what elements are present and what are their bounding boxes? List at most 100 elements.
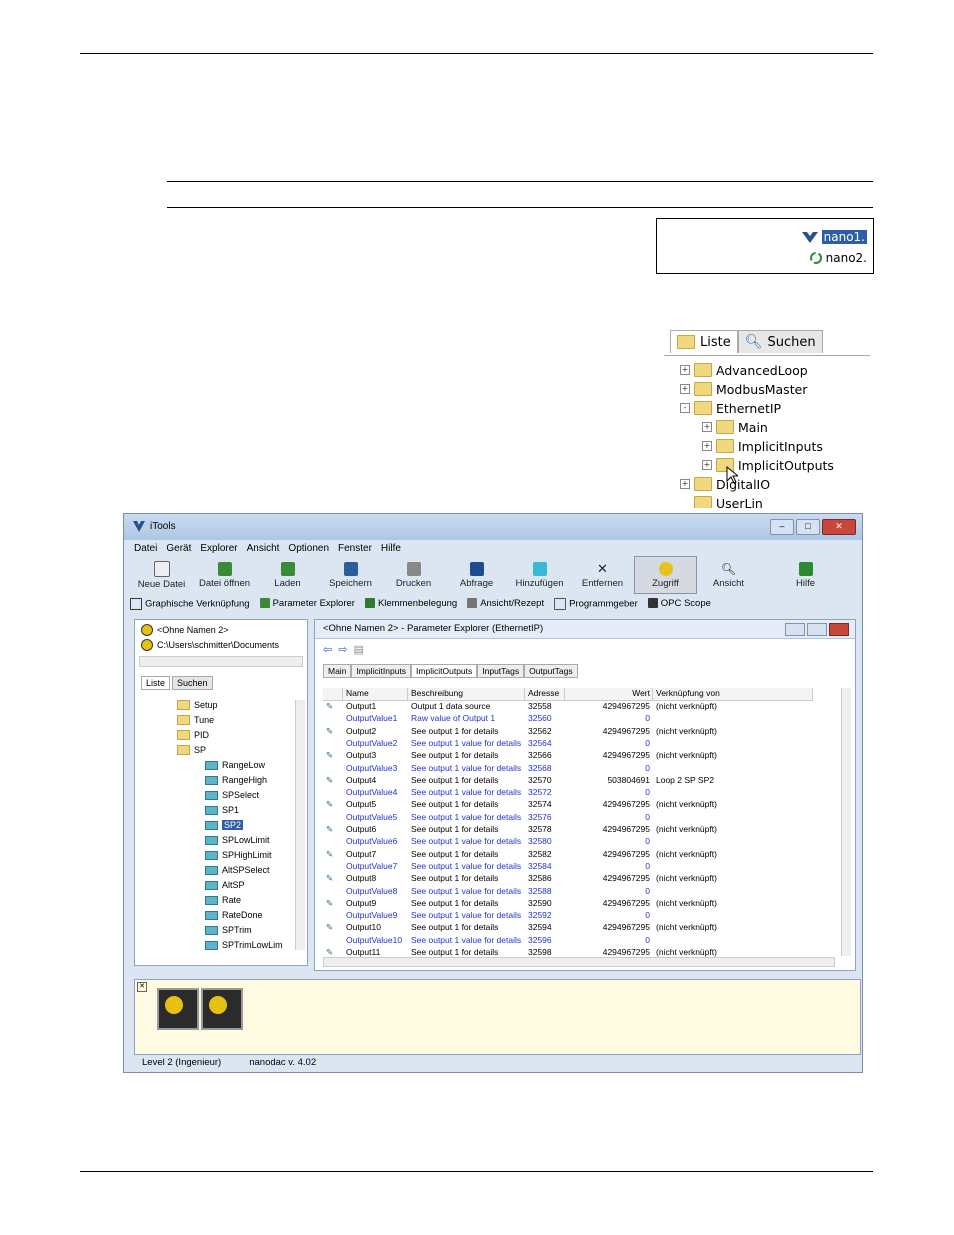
tree-ratedone[interactable]: RateDone	[205, 910, 263, 920]
col-wired-from[interactable]: Verknüpfung von	[653, 688, 813, 700]
explorer-minimize-button[interactable]	[785, 623, 805, 636]
help-button[interactable]: Hilfe	[774, 556, 837, 594]
table-row[interactable]: ✎ Output1 Output 1 data source 32558 4294967…	[323, 701, 813, 713]
new-file-button[interactable]: Neue Datei	[130, 556, 193, 594]
remove-button[interactable]: ✕ Entfernen	[571, 556, 634, 594]
tab-liste-small[interactable]: Liste	[141, 676, 171, 690]
table-row[interactable]: OutputValue4 See output 1 value for detai…	[323, 787, 813, 799]
folder-up-icon[interactable]: ▤	[353, 643, 363, 656]
cell-value[interactable]: 4294967295	[565, 824, 653, 836]
expand-icon[interactable]: +	[702, 422, 712, 432]
cell-value[interactable]: 0	[565, 812, 653, 824]
tree-setup[interactable]: Setup	[177, 700, 218, 710]
tree-pid[interactable]: PID	[177, 730, 209, 740]
tree-tune[interactable]: Tune	[177, 715, 214, 725]
device-item-2[interactable]: nano2.	[809, 251, 867, 265]
device-entry-1[interactable]: <Ohne Namen 2>	[141, 624, 229, 636]
cell-value[interactable]: 0	[565, 910, 653, 922]
horizontal-scrollbar[interactable]	[139, 656, 303, 667]
tree-sptrim[interactable]: SPTrim	[205, 925, 252, 935]
maximize-button[interactable]: □	[796, 519, 820, 535]
expand-icon[interactable]: +	[680, 365, 690, 375]
tab-inputtags[interactable]: InputTags	[477, 664, 525, 678]
table-row[interactable]: OutputValue9 See output 1 value for detai…	[323, 910, 813, 922]
grid-horizontal-scrollbar[interactable]	[323, 957, 835, 967]
cell-value[interactable]: 4294967295	[565, 898, 653, 910]
link-parameter-explorer[interactable]: Parameter Explorer	[259, 598, 355, 609]
cell-value[interactable]: 4294967295	[565, 922, 653, 934]
tree-sp1[interactable]: SP1	[205, 805, 239, 815]
table-row[interactable]: OutputValue7 See output 1 value for detai…	[323, 861, 813, 873]
tree-altspselect[interactable]: AltSPSelect	[205, 865, 270, 875]
menu-hilfe[interactable]: Hilfe	[381, 543, 401, 554]
expand-icon[interactable]: +	[702, 441, 712, 451]
table-row[interactable]: ✎ Output2 See output 1 for details 32562 429…	[323, 726, 813, 738]
device-thumbnail-2[interactable]	[201, 988, 243, 1030]
close-panel-icon[interactable]: ✕	[137, 982, 147, 992]
open-file-button[interactable]: Datei öffnen	[193, 556, 256, 594]
cell-value[interactable]: 0	[565, 763, 653, 775]
menu-geraet[interactable]: Gerät	[166, 543, 191, 554]
menu-optionen[interactable]: Optionen	[288, 543, 329, 554]
cell-value[interactable]: 0	[565, 836, 653, 848]
view-button[interactable]: 🔍︎ Ansicht	[697, 556, 760, 594]
tab-outputtags[interactable]: OutputTags	[524, 664, 578, 678]
expand-icon[interactable]: +	[680, 384, 690, 394]
cell-value[interactable]: 0	[565, 738, 653, 750]
table-row[interactable]: OutputValue8 See output 1 value for detai…	[323, 886, 813, 898]
menu-datei[interactable]: Datei	[134, 543, 157, 554]
cell-value[interactable]: 0	[565, 713, 653, 725]
table-row[interactable]: ✎ Output3 See output 1 for details 32566 429…	[323, 750, 813, 762]
scan-button[interactable]: Abfrage	[445, 556, 508, 594]
tree-rate[interactable]: Rate	[205, 895, 241, 905]
save-button[interactable]: Speichern	[319, 556, 382, 594]
cell-value[interactable]: 0	[565, 886, 653, 898]
menu-ansicht[interactable]: Ansicht	[247, 543, 280, 554]
device-thumbnail-1[interactable]	[157, 988, 199, 1030]
explorer-maximize-button[interactable]	[807, 623, 827, 636]
table-row[interactable]: ✎ Output9 See output 1 for details 32590 429…	[323, 898, 813, 910]
cell-value[interactable]: 503804691	[565, 775, 653, 787]
menu-explorer[interactable]: Explorer	[200, 543, 237, 554]
tab-suchen-small[interactable]: Suchen	[172, 676, 213, 690]
table-row[interactable]: ✎ Output5 See output 1 for details 32574 429…	[323, 799, 813, 811]
tree-item-implicitinputs[interactable]: + ImplicitInputs	[702, 437, 823, 455]
cell-value[interactable]: 4294967295	[565, 873, 653, 885]
back-arrow-icon[interactable]: ⇦	[323, 643, 332, 656]
load-button[interactable]: Laden	[256, 556, 319, 594]
table-row[interactable]: ✎ Output6 See output 1 for details 32578 429…	[323, 824, 813, 836]
cell-value[interactable]: 4294967295	[565, 799, 653, 811]
table-row[interactable]: ✎ Output7 See output 1 for details 32582 429…	[323, 849, 813, 861]
tree-rangelow[interactable]: RangeLow	[205, 760, 265, 770]
tab-suchen[interactable]: 🔍︎ Suchen	[737, 330, 823, 353]
link-programmer[interactable]: Programmgeber	[554, 597, 638, 610]
forward-arrow-icon[interactable]: ⇨	[338, 643, 347, 656]
col-name[interactable]: Name	[343, 688, 408, 700]
col-description[interactable]: Beschreibung	[408, 688, 525, 700]
tab-main[interactable]: Main	[323, 664, 352, 678]
link-view-recipe[interactable]: Ansicht/Rezept	[467, 598, 544, 609]
explorer-close-button[interactable]	[829, 623, 849, 636]
menu-fenster[interactable]: Fenster	[338, 543, 372, 554]
cell-value[interactable]: 4294967295	[565, 701, 653, 713]
add-button[interactable]: Hinzufügen	[508, 556, 571, 594]
device-entry-2[interactable]: C:\Users\schmitter\Documents	[141, 639, 279, 651]
table-row[interactable]: OutputValue6 See output 1 value for detai…	[323, 836, 813, 848]
table-row[interactable]: OutputValue1 Raw value of Output 1 32560 0	[323, 713, 813, 725]
tree-item-main[interactable]: + Main	[702, 418, 768, 436]
table-row[interactable]: ✎ Output10 See output 1 for details 32594 42…	[323, 922, 813, 934]
table-row[interactable]: OutputValue2 See output 1 value for detai…	[323, 738, 813, 750]
col-address[interactable]: Adresse	[525, 688, 565, 700]
tree-item-implicitoutputs[interactable]: + ImplicitOutputs	[702, 456, 834, 474]
close-button[interactable]: ✕	[822, 519, 856, 535]
cell-value[interactable]: 4294967295	[565, 750, 653, 762]
tree-splowlimit[interactable]: SPLowLimit	[205, 835, 270, 845]
tab-implicitinputs[interactable]: ImplicitInputs	[351, 664, 412, 678]
col-value[interactable]: Wert	[565, 688, 653, 700]
tree-sp2[interactable]: SP2	[205, 820, 244, 830]
tree-sp[interactable]: SP	[177, 745, 206, 755]
cell-value[interactable]: 0	[565, 935, 653, 947]
table-row[interactable]: OutputValue3 See output 1 value for detai…	[323, 763, 813, 775]
collapse-icon[interactable]: -	[680, 403, 690, 413]
print-button[interactable]: Drucken	[382, 556, 445, 594]
